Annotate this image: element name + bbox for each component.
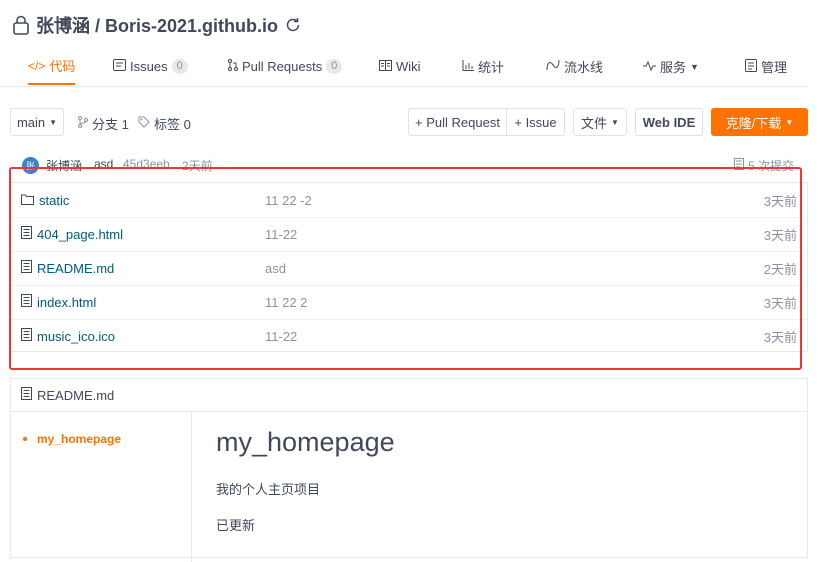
tab-label: 代码 (49, 59, 76, 74)
new-issue-button[interactable]: + Issue (506, 108, 565, 136)
tab-label: 管理 (761, 60, 788, 75)
readme-paragraph: 我的个人主页项目 (216, 482, 321, 497)
issues-count-badge: 0 (171, 59, 188, 74)
tags-link[interactable]: 标签 0 (138, 114, 191, 133)
tab-pull-requests[interactable]: Pull Requests 0 (228, 48, 343, 85)
file-menu-label: 文件 (581, 115, 608, 131)
issues-icon (113, 59, 126, 74)
tab-code[interactable]: </> 代码 (28, 48, 76, 85)
tab-label: 流水线 (564, 60, 604, 75)
pipeline-icon (546, 59, 560, 74)
pr-count-badge: 0 (326, 59, 343, 74)
web-ide-label: Web IDE (642, 114, 696, 130)
tab-pipeline[interactable]: 流水线 (546, 48, 603, 85)
file-menu-button[interactable]: 文件 ▼ (573, 108, 627, 136)
new-pr-label: + Pull Request (415, 114, 500, 130)
toc-item[interactable]: my_homepage (23, 432, 121, 446)
tab-label: 服务 (660, 60, 687, 75)
tab-label: 统计 (478, 60, 505, 75)
wiki-icon (379, 59, 392, 74)
tab-manage[interactable]: 管理 (745, 48, 787, 85)
readme-paragraph: 已更新 (216, 518, 256, 533)
readme-panel: README.md my_homepage my_homepage 我的个人主页… (10, 378, 808, 562)
new-issue-label: + Issue (514, 114, 557, 130)
branches-link[interactable]: 分支 1 (78, 114, 129, 133)
repo-name[interactable]: 张博涵 / Boris-2021.github.io (36, 12, 278, 38)
repo-title: 张博涵 / Boris-2021.github.io (12, 12, 302, 38)
branch-icon (78, 116, 88, 131)
readme-toc: my_homepage (11, 412, 192, 562)
tab-label: Issues (130, 59, 168, 74)
readme-heading: my_homepage (216, 427, 395, 457)
code-icon: </> (28, 58, 46, 73)
service-icon (643, 59, 656, 74)
clone-download-button[interactable]: 克隆/下载 ▼ (711, 108, 808, 136)
clone-label: 克隆/下载 (725, 115, 782, 131)
new-pull-request-button[interactable]: + Pull Request (408, 108, 507, 136)
readme-filename: README.md (37, 387, 115, 403)
tags-label: 标签 0 (154, 117, 191, 132)
readme-header: README.md (11, 379, 807, 412)
tab-service[interactable]: 服务 ▼ (643, 48, 699, 85)
caret-down-icon: ▼ (611, 117, 619, 127)
tab-wiki[interactable]: Wiki (379, 48, 421, 85)
pull-request-icon (228, 59, 238, 74)
tab-issues[interactable]: Issues 0 (113, 48, 188, 85)
lock-icon (12, 15, 30, 35)
web-ide-button[interactable]: Web IDE (635, 108, 703, 136)
tab-stats[interactable]: 统计 (462, 48, 504, 85)
caret-down-icon: ▼ (690, 61, 699, 72)
caret-down-icon: ▼ (785, 117, 794, 127)
branches-label: 分支 1 (92, 117, 129, 132)
branch-select[interactable]: main ▼ (10, 108, 64, 136)
manage-icon (745, 58, 757, 75)
stats-icon (462, 59, 474, 74)
highlight-box (9, 167, 802, 370)
tab-label: Pull Requests (242, 59, 323, 74)
caret-down-icon: ▼ (49, 117, 58, 127)
refresh-icon[interactable] (284, 16, 302, 34)
branch-label: main (16, 114, 46, 130)
tab-label: Wiki (396, 59, 421, 74)
bullet-icon (23, 437, 27, 441)
tag-icon (138, 116, 150, 131)
file-icon (21, 387, 32, 403)
toc-item-label: my_homepage (37, 432, 122, 446)
repo-tabs: </> 代码 Issues 0 Pull Requests 0 Wiki 统计 … (0, 48, 808, 87)
